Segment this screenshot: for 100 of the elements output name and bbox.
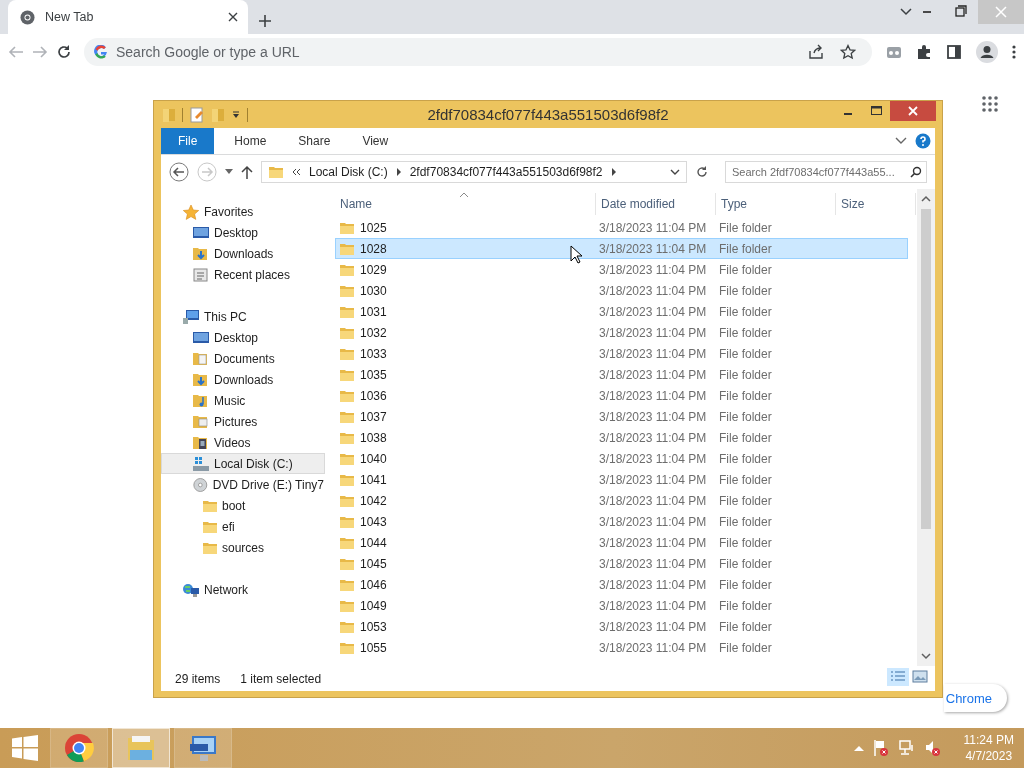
sidebar-item[interactable]: Local Disk (C:) (161, 453, 325, 474)
folder-pictures-icon (192, 413, 210, 430)
sidebar-item[interactable]: Music (161, 390, 325, 411)
profile-avatar-icon[interactable] (976, 41, 998, 63)
taskbar-app-button[interactable] (174, 728, 232, 768)
file-row[interactable]: 1053 3/18/2023 11:04 PM File folder (335, 616, 908, 637)
customize-chrome-button[interactable]: Chrome (944, 684, 1007, 712)
column-header[interactable]: Date modified (596, 193, 716, 215)
folder-icon (339, 283, 355, 298)
folder-icon (339, 388, 355, 403)
sidebar-item[interactable]: Pictures (161, 411, 325, 432)
folder-icon (268, 165, 284, 179)
overflow-chevron-icon[interactable] (292, 168, 301, 176)
address-field[interactable]: Search Google or type a URL (84, 38, 872, 66)
file-row[interactable]: 1049 3/18/2023 11:04 PM File folder (335, 595, 908, 616)
sidebar-label: sources (222, 540, 265, 555)
file-name: 1044 (360, 535, 387, 550)
back-icon[interactable] (169, 162, 189, 182)
ribbon-tab[interactable]: Home (218, 128, 283, 154)
folder-icon (339, 409, 355, 424)
file-row[interactable]: 1038 3/18/2023 11:04 PM File folder (335, 427, 908, 448)
apps-grid-icon[interactable] (982, 96, 998, 112)
breadcrumb[interactable]: Local Disk (C:) (309, 165, 388, 179)
expand-ribbon-icon[interactable] (895, 137, 907, 145)
close-icon[interactable] (228, 12, 238, 22)
sidebar-item[interactable]: Downloads (161, 369, 325, 390)
file-row[interactable]: 1041 3/18/2023 11:04 PM File folder (335, 469, 908, 490)
sidebar-item[interactable]: boot (161, 495, 325, 516)
share-icon[interactable] (808, 44, 824, 60)
speaker-muted-icon[interactable] (923, 739, 942, 757)
file-name: 1033 (360, 346, 387, 361)
file-row[interactable]: 1043 3/18/2023 11:04 PM File folder (335, 511, 908, 532)
sidebar-label: Downloads (214, 372, 274, 387)
flag-error-icon[interactable] (871, 739, 890, 757)
properties-icon[interactable] (189, 106, 205, 123)
sidebar-item[interactable]: Downloads (161, 243, 325, 264)
column-header[interactable]: Name (335, 193, 596, 215)
file-row[interactable]: 1037 3/18/2023 11:04 PM File folder (335, 406, 908, 427)
file-row[interactable]: 1035 3/18/2023 11:04 PM File folder (335, 364, 908, 385)
file-row[interactable]: 1046 3/18/2023 11:04 PM File folder (335, 574, 908, 595)
sidebar-item[interactable]: Network (161, 579, 325, 600)
up-arrow-icon[interactable] (241, 165, 253, 179)
ribbon-tab[interactable]: View (346, 128, 405, 154)
reload-icon[interactable] (56, 44, 72, 60)
dropdown-icon[interactable] (900, 8, 912, 16)
dropdown-icon[interactable] (225, 169, 233, 175)
dropdown-icon[interactable] (670, 168, 680, 176)
file-row[interactable]: 1055 3/18/2023 11:04 PM File folder (335, 637, 908, 658)
file-row[interactable]: 1032 3/18/2023 11:04 PM File folder (335, 322, 908, 343)
puzzle-icon[interactable] (916, 44, 932, 60)
address-bar[interactable]: Local Disk (C:) 2fdf70834cf077f443a551503d6f98f2 (261, 161, 687, 183)
file-row[interactable]: 1028 3/18/2023 11:04 PM File folder (335, 238, 908, 259)
file-row[interactable]: 1042 3/18/2023 11:04 PM File folder (335, 490, 908, 511)
bookmark-star-icon[interactable] (840, 44, 856, 60)
side-panel-icon[interactable] (946, 44, 962, 60)
search-field[interactable]: Search 2fdf70834cf077f443a55... (725, 161, 927, 183)
date-modified: 3/18/2023 11:04 PM (599, 535, 708, 550)
file-row[interactable]: 1044 3/18/2023 11:04 PM File folder (335, 532, 908, 553)
sidebar-item[interactable]: Desktop (161, 327, 325, 348)
date-modified: 3/18/2023 11:04 PM (599, 640, 708, 655)
file-row[interactable]: 1045 3/18/2023 11:04 PM File folder (335, 553, 908, 574)
chevron-right-icon[interactable] (395, 168, 402, 176)
taskbar-app-button[interactable] (50, 728, 108, 768)
menu-icon[interactable] (1012, 44, 1016, 60)
file-row[interactable]: 1030 3/18/2023 11:04 PM File folder (335, 280, 908, 301)
file-name: 1043 (360, 514, 387, 529)
sidebar-item[interactable]: This PC (161, 306, 325, 327)
file-type: File folder (719, 619, 773, 634)
file-row[interactable]: 1029 3/18/2023 11:04 PM File folder (335, 259, 908, 280)
new-tab-icon[interactable] (258, 14, 272, 28)
column-header[interactable]: Size (836, 193, 916, 215)
file-row[interactable]: 1025 3/18/2023 11:04 PM File folder (335, 217, 908, 238)
ribbon-tab[interactable]: Share (282, 128, 347, 154)
dropdown-icon[interactable] (231, 109, 241, 120)
sidebar-item[interactable]: sources (161, 537, 325, 558)
sidebar-item[interactable]: Favorites (161, 201, 325, 222)
file-row[interactable]: 1031 3/18/2023 11:04 PM File folder (335, 301, 908, 322)
file-row[interactable]: 1040 3/18/2023 11:04 PM File folder (335, 448, 908, 469)
file-type: File folder (719, 367, 773, 382)
column-header[interactable]: Type (716, 193, 836, 215)
sidebar-item[interactable]: DVD Drive (E:) Tiny7 (161, 474, 325, 495)
file-row[interactable]: 1036 3/18/2023 11:04 PM File folder (335, 385, 908, 406)
file-type: File folder (719, 640, 773, 655)
sidebar-item[interactable]: Recent places (161, 264, 325, 285)
sidebar-item[interactable]: Videos (161, 432, 325, 453)
help-icon[interactable] (915, 133, 931, 149)
file-row[interactable]: 1033 3/18/2023 11:04 PM File folder (335, 343, 908, 364)
file-name: 1028 (360, 241, 387, 256)
file-type: File folder (719, 262, 773, 277)
ribbon-tab[interactable]: File (161, 128, 215, 154)
sidebar-item[interactable]: Documents (161, 348, 325, 369)
sidebar-item[interactable]: Desktop (161, 222, 325, 243)
chevron-right-icon[interactable] (610, 168, 617, 176)
breadcrumb[interactable]: 2fdf70834cf077f443a551503d6f98f2 (409, 165, 603, 179)
scrollbar[interactable] (917, 189, 935, 666)
large-icons-view-icon[interactable] (911, 668, 929, 686)
sidebar-item[interactable]: efi (161, 516, 325, 537)
refresh-icon[interactable] (695, 165, 709, 179)
browser-tab[interactable]: New Tab (8, 0, 248, 34)
file-type: File folder (719, 409, 773, 424)
